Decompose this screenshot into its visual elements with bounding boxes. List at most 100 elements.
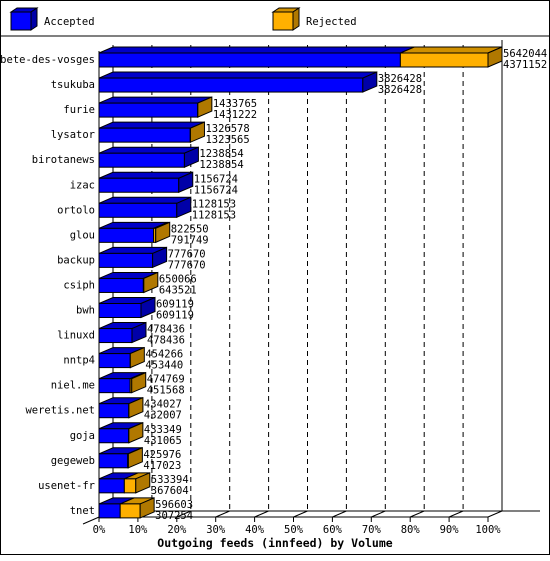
value-label-accepted: 432007 xyxy=(144,410,182,422)
x-tick-label: 0% xyxy=(93,524,106,536)
category-label: bete-des-vosges xyxy=(1,54,95,66)
category-label: niel.me xyxy=(51,380,95,392)
bar-group xyxy=(99,423,143,443)
category-label: tnet xyxy=(70,505,95,517)
legend-accepted-cube-side xyxy=(31,8,37,30)
bar-group xyxy=(99,473,150,493)
category-label: ortolo xyxy=(57,204,95,216)
bar-accepted xyxy=(99,78,363,92)
bar-accepted-top xyxy=(99,122,204,128)
legend-item-accepted: Accepted xyxy=(11,8,95,30)
bar-accepted-top xyxy=(99,97,212,103)
value-label-accepted: 367604 xyxy=(151,485,189,497)
bar-accepted xyxy=(99,103,198,117)
x-tick-label: 30% xyxy=(206,524,226,536)
x-tick-label: 10% xyxy=(128,524,148,536)
category-label: lysator xyxy=(51,129,95,141)
bar-group xyxy=(99,222,170,242)
value-label-accepted: 1431222 xyxy=(213,109,257,121)
bar-accepted xyxy=(99,479,124,493)
bar-accepted-top xyxy=(99,72,377,78)
x-tick-label: 60% xyxy=(323,524,343,536)
value-label-accepted: 453440 xyxy=(145,360,183,372)
bar-accepted xyxy=(99,203,177,217)
category-label: weretis.net xyxy=(25,405,95,417)
bar-group xyxy=(99,348,144,368)
category-label: backup xyxy=(57,254,95,266)
category-label: bwh xyxy=(76,305,95,317)
x-tick-label: 80% xyxy=(401,524,421,536)
bar-group xyxy=(99,172,193,192)
bar-accepted xyxy=(99,128,190,142)
value-label-accepted: 1128153 xyxy=(192,209,236,221)
floor-gridline xyxy=(255,511,269,517)
bar-group xyxy=(99,398,143,418)
bar-accepted xyxy=(99,253,153,267)
value-labels: 5642044437115238264283826428143376514312… xyxy=(143,48,547,522)
x-tick-labels: 0%10%20%30%40%50%60%70%80%90%100% xyxy=(93,524,502,536)
bar-accepted xyxy=(99,178,179,192)
legend-rejected-label: Rejected xyxy=(306,16,357,28)
bar-accepted-top xyxy=(99,147,198,153)
bar-accepted xyxy=(99,454,128,468)
value-label-accepted: 417023 xyxy=(143,460,181,472)
bar-accepted xyxy=(99,404,129,418)
bar-accepted xyxy=(99,53,400,67)
bar-rejected-top xyxy=(400,47,502,53)
category-label: csiph xyxy=(63,279,95,291)
bar-group xyxy=(99,122,204,142)
value-label-accepted: 451568 xyxy=(147,385,185,397)
floor-gridline xyxy=(449,511,463,517)
bar-group xyxy=(99,298,155,318)
bar-accepted xyxy=(99,329,132,343)
category-labels: bete-des-vosges tsukuba furie lysator birota… xyxy=(1,54,95,517)
bar-group xyxy=(99,72,377,92)
bar-rejected xyxy=(120,504,140,518)
category-label: goja xyxy=(70,430,95,442)
bar-accepted xyxy=(99,278,143,292)
x-tick-label: 50% xyxy=(284,524,304,536)
floor-gridline xyxy=(294,511,308,517)
bar-accepted-top xyxy=(99,197,191,203)
value-label-accepted: 1323565 xyxy=(205,134,249,146)
bar-group xyxy=(99,247,167,267)
chart-frame: Accepted Rejected bete-des-vosges tsukuba… xyxy=(0,0,550,555)
bar-accepted xyxy=(99,379,130,393)
legend-item-rejected: Rejected xyxy=(273,8,357,30)
floor-gridline xyxy=(410,511,424,517)
bar-group xyxy=(99,197,191,217)
bar-group xyxy=(99,147,198,167)
value-label-accepted: 4371152 xyxy=(503,59,547,71)
floor-gridline xyxy=(371,511,385,517)
category-label: nntp4 xyxy=(63,355,95,367)
category-label: birotanews xyxy=(32,154,95,166)
value-label-accepted: 431065 xyxy=(144,435,182,447)
value-label-accepted: 643521 xyxy=(159,284,197,296)
value-label-accepted: 791749 xyxy=(171,234,209,246)
bar-accepted xyxy=(99,304,141,318)
bar-group xyxy=(99,373,146,393)
bar-accepted xyxy=(99,504,120,518)
category-label: glou xyxy=(70,229,95,241)
bar-accepted xyxy=(99,429,129,443)
bar-group xyxy=(99,448,142,468)
x-tick-label: 100% xyxy=(475,524,501,536)
legend-rejected-cube-front xyxy=(273,12,293,30)
floor-right-edge xyxy=(488,511,502,517)
legend: Accepted Rejected xyxy=(11,8,357,30)
value-label-accepted: 478436 xyxy=(147,335,185,347)
value-label-accepted: 1238854 xyxy=(199,159,243,171)
category-label: tsukuba xyxy=(51,79,95,91)
legend-rejected-cube-side xyxy=(293,8,299,30)
value-label-accepted: 609119 xyxy=(156,310,194,322)
x-tick-label: 90% xyxy=(440,524,460,536)
bar-rejected xyxy=(124,479,135,493)
bar-accepted-top xyxy=(99,172,193,178)
category-label: furie xyxy=(63,104,95,116)
x-axis-label: Outgoing feeds (innfeed) by Volume xyxy=(157,536,392,550)
x-tick-label: 20% xyxy=(167,524,187,536)
legend-rejected-swatch xyxy=(273,8,299,30)
floor-gridline xyxy=(216,511,230,517)
legend-accepted-swatch xyxy=(11,8,37,30)
value-label-accepted: 307254 xyxy=(155,510,193,522)
